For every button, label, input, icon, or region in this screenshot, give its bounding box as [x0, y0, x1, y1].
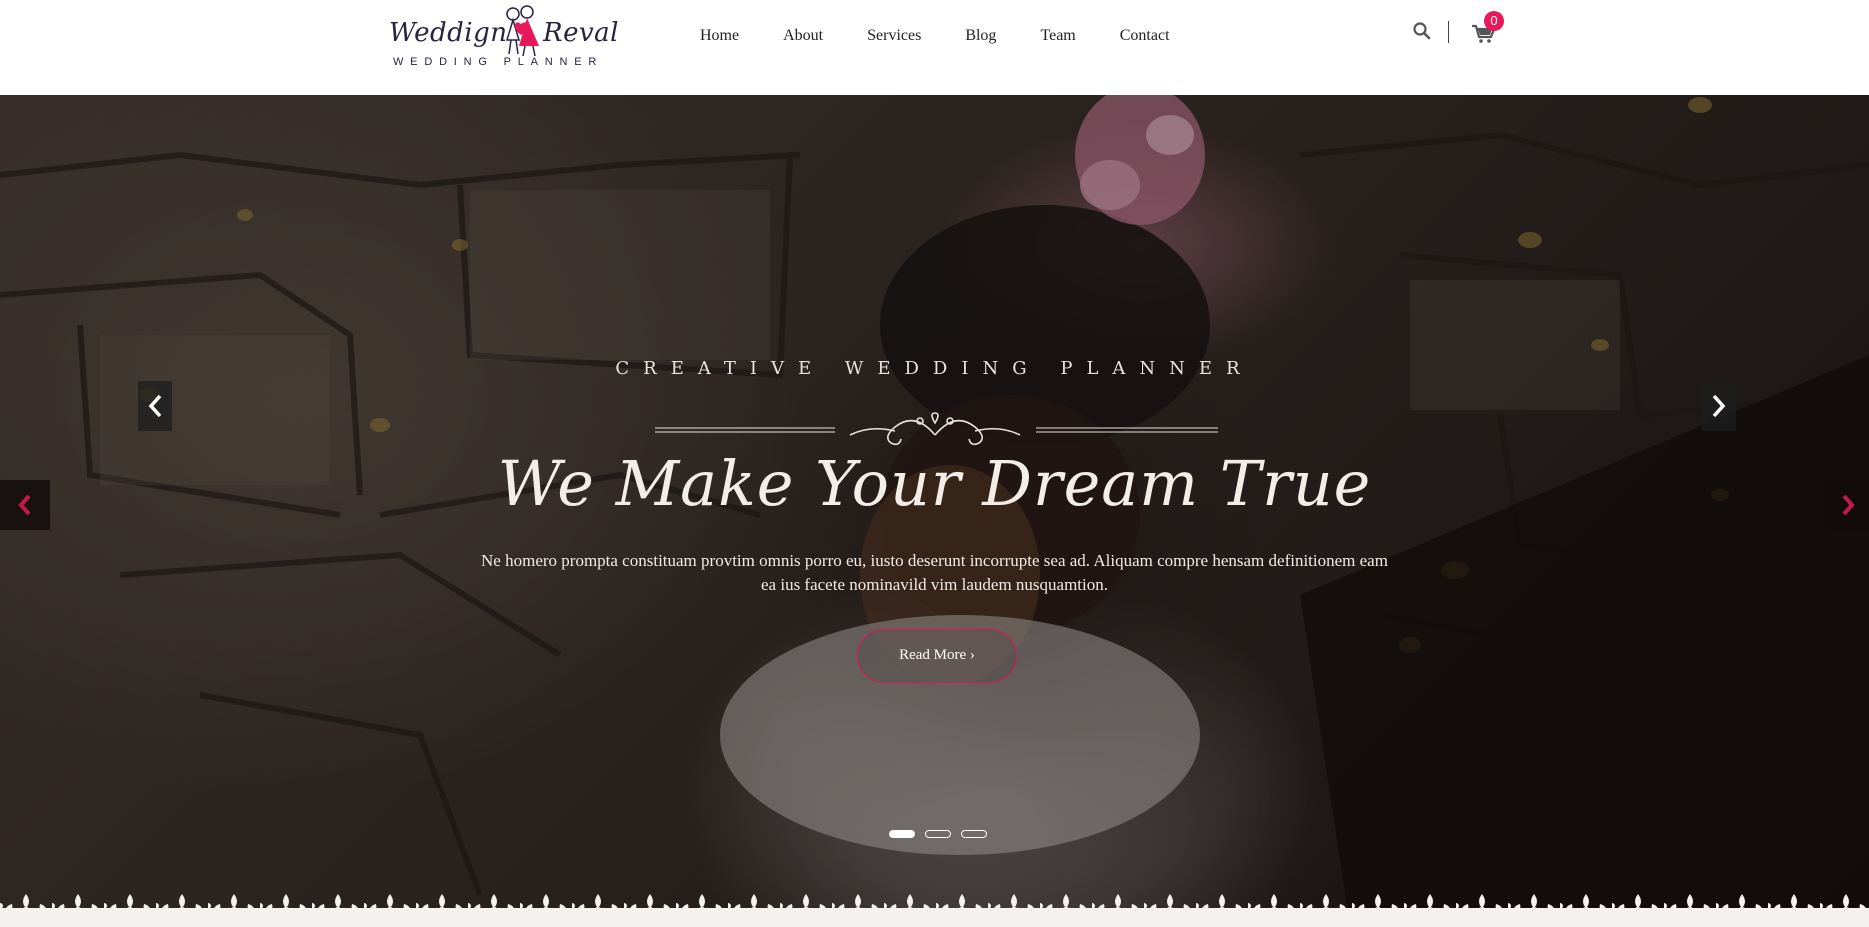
- slider-dot-1[interactable]: [889, 830, 915, 838]
- slider-dot-3[interactable]: [961, 830, 987, 838]
- nav-about[interactable]: About: [783, 27, 823, 45]
- ornament-divider-icon: [655, 412, 1218, 446]
- chevron-right-icon: [1712, 394, 1726, 418]
- carousel-prev-button[interactable]: [0, 480, 50, 530]
- nav-team[interactable]: Team: [1040, 27, 1075, 45]
- couple-logo-icon: [505, 5, 539, 57]
- slider-prev-button[interactable]: [138, 381, 172, 431]
- slider-pagination: [889, 830, 987, 838]
- logo[interactable]: Weddign Reval WEDDING PLANNER: [385, 4, 618, 72]
- cart-count-badge: 0: [1484, 11, 1504, 31]
- nav-home[interactable]: Home: [700, 27, 739, 45]
- site-header: Weddign Reval WEDDING PLANNER Home About…: [0, 0, 1869, 95]
- hero-description: Ne homero prompta constituam provtim omn…: [481, 551, 1388, 594]
- nav-services[interactable]: Services: [867, 27, 921, 45]
- slider-dot-2[interactable]: [925, 830, 951, 838]
- chevron-left-icon: [148, 394, 162, 418]
- hero-headline: We Make Your Dream True: [497, 447, 1372, 520]
- hero-slider: CREATIVE WEDDING PLANNER We Make Your Dr…: [0, 95, 1869, 927]
- slider-next-button[interactable]: [1702, 381, 1736, 431]
- main-nav: Home About Services Blog Team Contact: [700, 27, 1214, 45]
- search-icon[interactable]: [1412, 21, 1432, 41]
- lace-border-decoration: [0, 890, 1869, 927]
- nav-contact[interactable]: Contact: [1120, 27, 1170, 45]
- read-more-button[interactable]: Read More ›: [857, 629, 1017, 683]
- hero-kicker: CREATIVE WEDDING PLANNER: [615, 358, 1254, 379]
- logo-word-left: Weddign: [389, 18, 508, 48]
- chevron-left-icon: [18, 494, 31, 516]
- logo-tagline: WEDDING PLANNER: [393, 56, 604, 68]
- chevron-right-icon: [1842, 494, 1855, 516]
- nav-blog[interactable]: Blog: [965, 27, 996, 45]
- header-divider: [1448, 21, 1449, 43]
- carousel-next-button[interactable]: [1826, 480, 1869, 530]
- logo-word-right: Reval: [543, 18, 619, 48]
